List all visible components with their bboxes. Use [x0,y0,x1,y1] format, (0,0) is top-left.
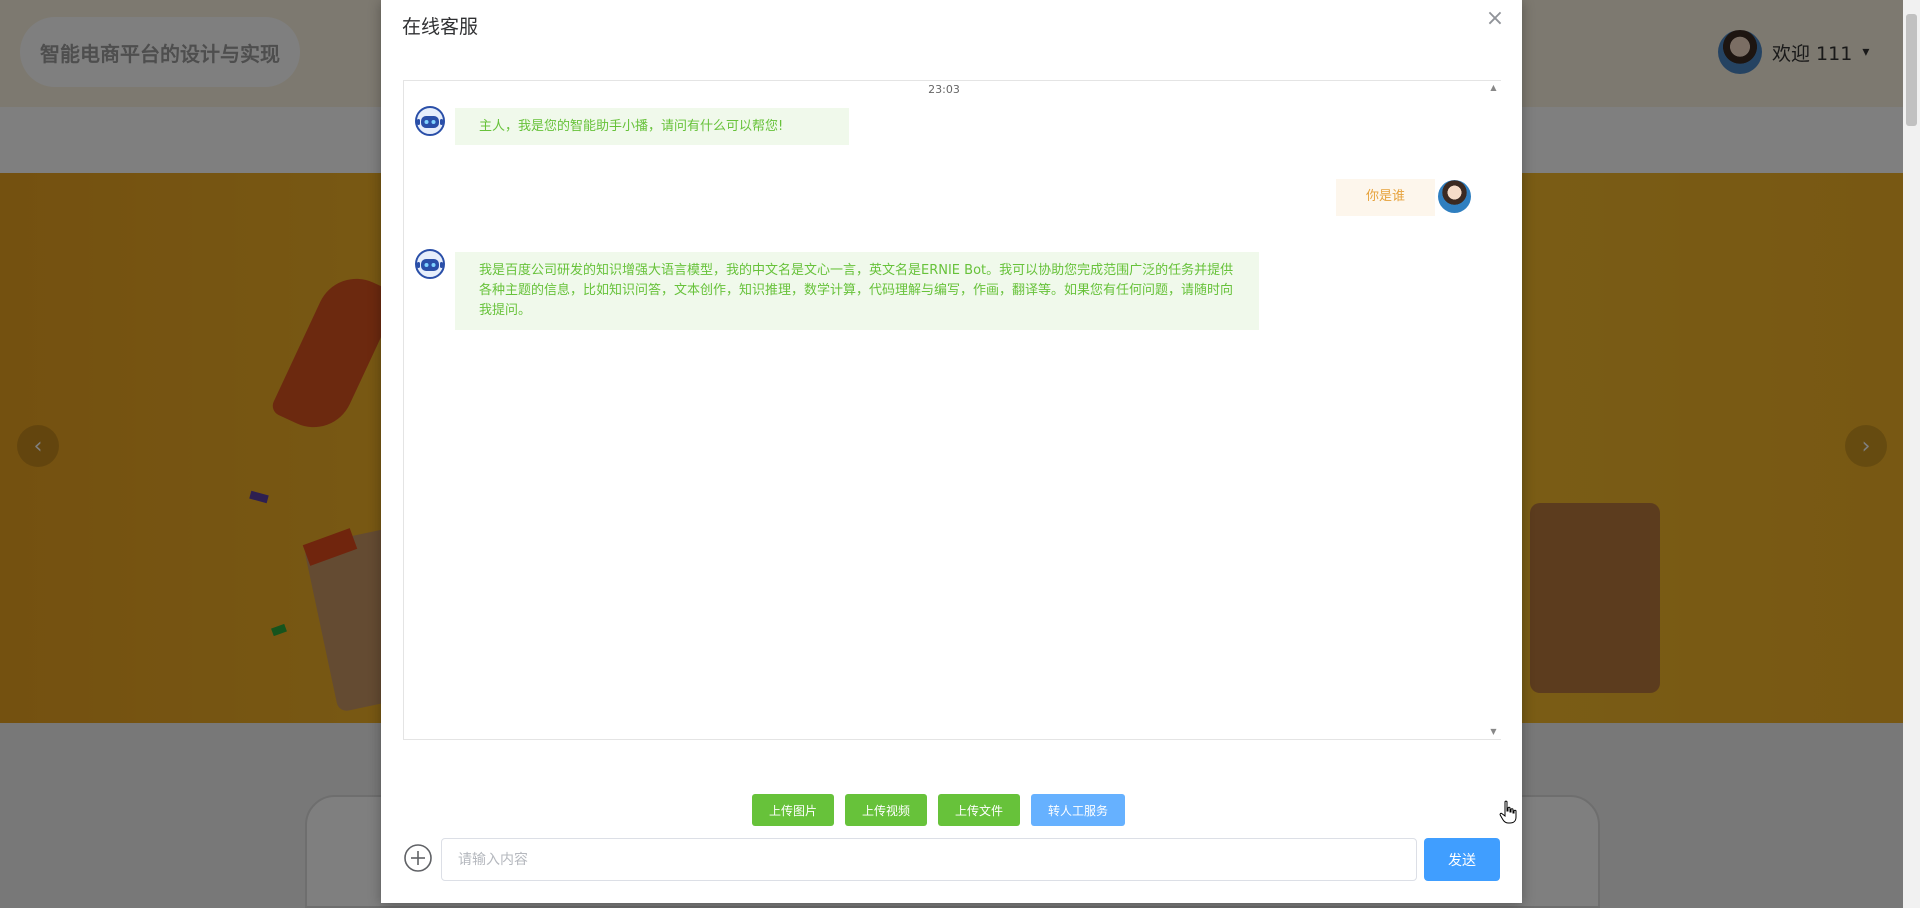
robot-icon [415,249,445,279]
bot-message: 主人，我是您的智能助手小播，请问有什么可以帮您! [455,108,849,145]
user-avatar [1438,180,1471,213]
scroll-up-icon[interactable]: ▲ [1486,81,1501,95]
chat-scrollbar[interactable]: ▲ ▼ [1486,81,1501,739]
action-buttons: 上传图片 上传视频 上传文件 转人工服务 [752,794,1126,826]
chat-history[interactable]: 23:03 主人，我是您的智能助手小播，请问有什么可以帮您! 你是谁 我是百度公… [403,80,1501,740]
hand-pointer-icon [1499,800,1517,824]
dialog-title: 在线客服 [402,16,479,38]
bot-message: 我是百度公司研发的知识增强大语言模型，我的中文名是文心一言，英文名是ERNIE … [455,252,1259,330]
upload-video-button[interactable]: 上传视频 [845,794,928,826]
user-message: 你是谁 [1336,179,1435,216]
close-icon[interactable]: × [1484,8,1506,30]
customer-service-dialog: 在线客服 × 23:03 主人，我是您的智能助手小播，请问有什么可以帮您! 你是… [381,0,1522,903]
chat-timestamp: 23:03 [928,83,960,96]
scroll-down-icon[interactable]: ▼ [1486,725,1501,739]
add-circle-icon[interactable] [403,843,433,873]
upload-file-button[interactable]: 上传文件 [938,794,1021,826]
page-scroll-thumb[interactable] [1906,14,1917,126]
upload-image-button[interactable]: 上传图片 [752,794,835,826]
send-button[interactable]: 发送 [1424,838,1500,881]
robot-icon [415,106,445,136]
transfer-human-button[interactable]: 转人工服务 [1031,794,1126,826]
page-scrollbar[interactable] [1903,0,1920,908]
message-input[interactable] [441,838,1417,881]
